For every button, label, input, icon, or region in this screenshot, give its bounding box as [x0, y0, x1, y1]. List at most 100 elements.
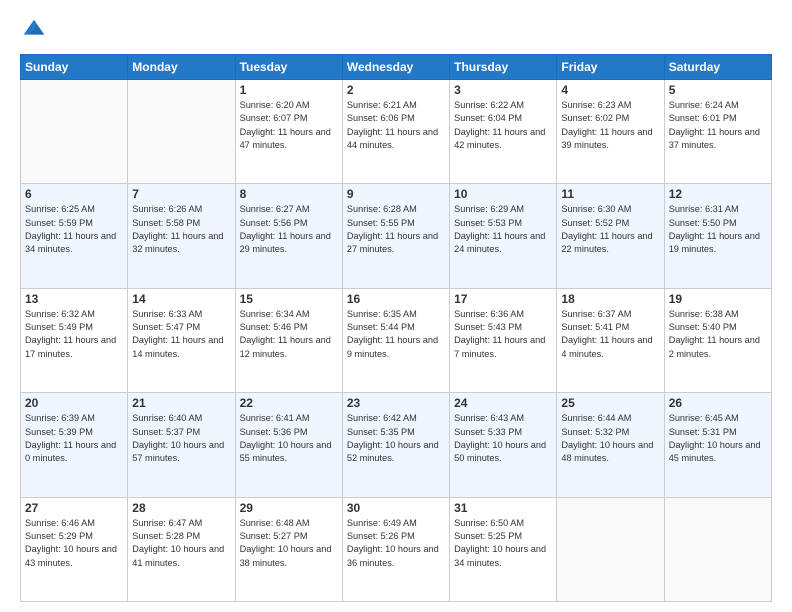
day-number: 23 [347, 396, 445, 410]
calendar-cell: 2Sunrise: 6:21 AMSunset: 6:06 PMDaylight… [342, 80, 449, 184]
calendar-cell: 6 Sunrise: 6:25 AMSunset: 5:59 PMDaylight… [21, 184, 128, 288]
calendar-cell: 15 Sunrise: 6:34 AMSunset: 5:46 PMDayligh… [235, 288, 342, 392]
calendar-cell [664, 497, 771, 601]
calendar-cell: 11 Sunrise: 6:30 AMSunset: 5:52 PMDayligh… [557, 184, 664, 288]
calendar-cell [557, 497, 664, 601]
day-number: 2 [347, 83, 445, 97]
day-number: 22 [240, 396, 338, 410]
weekday-header-tuesday: Tuesday [235, 55, 342, 80]
day-info: Sunrise: 6:28 AMSunset: 5:55 PMDaylight:… [347, 203, 445, 256]
calendar-cell: 13 Sunrise: 6:32 AMSunset: 5:49 PMDayligh… [21, 288, 128, 392]
page: SundayMondayTuesdayWednesdayThursdayFrid… [0, 0, 792, 612]
day-info: Sunrise: 6:49 AMSunset: 5:26 PMDaylight:… [347, 517, 445, 570]
calendar-cell: 4Sunrise: 6:23 AMSunset: 6:02 PMDaylight… [557, 80, 664, 184]
calendar-cell: 14 Sunrise: 6:33 AMSunset: 5:47 PMDayligh… [128, 288, 235, 392]
weekday-header-friday: Friday [557, 55, 664, 80]
calendar-cell: 28 Sunrise: 6:47 AMSunset: 5:28 PMDayligh… [128, 497, 235, 601]
calendar-cell: 12 Sunrise: 6:31 AMSunset: 5:50 PMDayligh… [664, 184, 771, 288]
day-number: 13 [25, 292, 123, 306]
day-info: Sunrise: 6:25 AMSunset: 5:59 PMDaylight:… [25, 203, 123, 256]
day-info: Sunrise: 6:38 AMSunset: 5:40 PMDaylight:… [669, 308, 767, 361]
calendar-cell: 22 Sunrise: 6:41 AMSunset: 5:36 PMDayligh… [235, 393, 342, 497]
day-number: 28 [132, 501, 230, 515]
calendar-cell: 18Sunrise: 6:37 AMSunset: 5:41 PMDayligh… [557, 288, 664, 392]
day-number: 31 [454, 501, 552, 515]
calendar-cell: 26Sunrise: 6:45 AMSunset: 5:31 PMDayligh… [664, 393, 771, 497]
day-number: 17 [454, 292, 552, 306]
calendar-cell: 27Sunrise: 6:46 AMSunset: 5:29 PMDayligh… [21, 497, 128, 601]
day-info: Sunrise: 6:35 AMSunset: 5:44 PMDaylight:… [347, 308, 445, 361]
day-number: 9 [347, 187, 445, 201]
day-info: Sunrise: 6:30 AMSunset: 5:52 PMDaylight:… [561, 203, 659, 256]
day-info: Sunrise: 6:39 AMSunset: 5:39 PMDaylight:… [25, 412, 123, 465]
day-info: Sunrise: 6:32 AMSunset: 5:49 PMDaylight:… [25, 308, 123, 361]
calendar-cell: 19 Sunrise: 6:38 AMSunset: 5:40 PMDayligh… [664, 288, 771, 392]
weekday-header-thursday: Thursday [450, 55, 557, 80]
calendar-cell: 24Sunrise: 6:43 AMSunset: 5:33 PMDayligh… [450, 393, 557, 497]
calendar-cell: 30 Sunrise: 6:49 AMSunset: 5:26 PMDayligh… [342, 497, 449, 601]
weekday-header-row: SundayMondayTuesdayWednesdayThursdayFrid… [21, 55, 772, 80]
header [20, 16, 772, 44]
calendar-cell: 5 Sunrise: 6:24 AMSunset: 6:01 PMDaylight… [664, 80, 771, 184]
day-info: Sunrise: 6:20 AMSunset: 6:07 PMDaylight:… [240, 99, 338, 152]
calendar-cell: 16 Sunrise: 6:35 AMSunset: 5:44 PMDayligh… [342, 288, 449, 392]
calendar-cell: 9 Sunrise: 6:28 AMSunset: 5:55 PMDaylight… [342, 184, 449, 288]
day-info: Sunrise: 6:27 AMSunset: 5:56 PMDaylight:… [240, 203, 338, 256]
day-info: Sunrise: 6:48 AMSunset: 5:27 PMDaylight:… [240, 517, 338, 570]
day-info: Sunrise: 6:34 AMSunset: 5:46 PMDaylight:… [240, 308, 338, 361]
day-info: Sunrise: 6:45 AMSunset: 5:31 PMDaylight:… [669, 412, 767, 465]
day-info: Sunrise: 6:33 AMSunset: 5:47 PMDaylight:… [132, 308, 230, 361]
calendar-table: SundayMondayTuesdayWednesdayThursdayFrid… [20, 54, 772, 602]
calendar-cell: 10Sunrise: 6:29 AMSunset: 5:53 PMDayligh… [450, 184, 557, 288]
calendar-cell: 31 Sunrise: 6:50 AMSunset: 5:25 PMDayligh… [450, 497, 557, 601]
day-number: 5 [669, 83, 767, 97]
calendar-week-row: 27Sunrise: 6:46 AMSunset: 5:29 PMDayligh… [21, 497, 772, 601]
calendar-cell: 3Sunrise: 6:22 AMSunset: 6:04 PMDaylight… [450, 80, 557, 184]
logo [20, 16, 52, 44]
day-info: Sunrise: 6:41 AMSunset: 5:36 PMDaylight:… [240, 412, 338, 465]
day-info: Sunrise: 6:44 AMSunset: 5:32 PMDaylight:… [561, 412, 659, 465]
day-number: 21 [132, 396, 230, 410]
day-number: 4 [561, 83, 659, 97]
day-number: 20 [25, 396, 123, 410]
day-number: 12 [669, 187, 767, 201]
day-info: Sunrise: 6:47 AMSunset: 5:28 PMDaylight:… [132, 517, 230, 570]
weekday-header-wednesday: Wednesday [342, 55, 449, 80]
day-info: Sunrise: 6:26 AMSunset: 5:58 PMDaylight:… [132, 203, 230, 256]
day-info: Sunrise: 6:40 AMSunset: 5:37 PMDaylight:… [132, 412, 230, 465]
calendar-cell: 20 Sunrise: 6:39 AMSunset: 5:39 PMDayligh… [21, 393, 128, 497]
day-info: Sunrise: 6:42 AMSunset: 5:35 PMDaylight:… [347, 412, 445, 465]
calendar-cell: 25Sunrise: 6:44 AMSunset: 5:32 PMDayligh… [557, 393, 664, 497]
day-number: 30 [347, 501, 445, 515]
day-info: Sunrise: 6:31 AMSunset: 5:50 PMDaylight:… [669, 203, 767, 256]
day-info: Sunrise: 6:24 AMSunset: 6:01 PMDaylight:… [669, 99, 767, 152]
day-number: 29 [240, 501, 338, 515]
day-number: 11 [561, 187, 659, 201]
day-number: 14 [132, 292, 230, 306]
calendar-cell [128, 80, 235, 184]
weekday-header-sunday: Sunday [21, 55, 128, 80]
logo-icon [20, 16, 48, 44]
calendar-cell: 17 Sunrise: 6:36 AMSunset: 5:43 PMDayligh… [450, 288, 557, 392]
day-number: 7 [132, 187, 230, 201]
day-number: 19 [669, 292, 767, 306]
day-number: 15 [240, 292, 338, 306]
day-number: 1 [240, 83, 338, 97]
day-number: 10 [454, 187, 552, 201]
day-info: Sunrise: 6:36 AMSunset: 5:43 PMDaylight:… [454, 308, 552, 361]
calendar-week-row: 1 Sunrise: 6:20 AMSunset: 6:07 PMDaylight… [21, 80, 772, 184]
calendar-cell [21, 80, 128, 184]
day-info: Sunrise: 6:50 AMSunset: 5:25 PMDaylight:… [454, 517, 552, 570]
calendar-cell: 8 Sunrise: 6:27 AMSunset: 5:56 PMDaylight… [235, 184, 342, 288]
day-number: 3 [454, 83, 552, 97]
calendar-cell: 1 Sunrise: 6:20 AMSunset: 6:07 PMDaylight… [235, 80, 342, 184]
day-number: 6 [25, 187, 123, 201]
calendar-cell: 29 Sunrise: 6:48 AMSunset: 5:27 PMDayligh… [235, 497, 342, 601]
calendar-cell: 23 Sunrise: 6:42 AMSunset: 5:35 PMDayligh… [342, 393, 449, 497]
calendar-cell: 7 Sunrise: 6:26 AMSunset: 5:58 PMDaylight… [128, 184, 235, 288]
day-number: 8 [240, 187, 338, 201]
day-number: 16 [347, 292, 445, 306]
calendar-cell: 21 Sunrise: 6:40 AMSunset: 5:37 PMDayligh… [128, 393, 235, 497]
weekday-header-monday: Monday [128, 55, 235, 80]
day-info: Sunrise: 6:46 AMSunset: 5:29 PMDaylight:… [25, 517, 123, 570]
